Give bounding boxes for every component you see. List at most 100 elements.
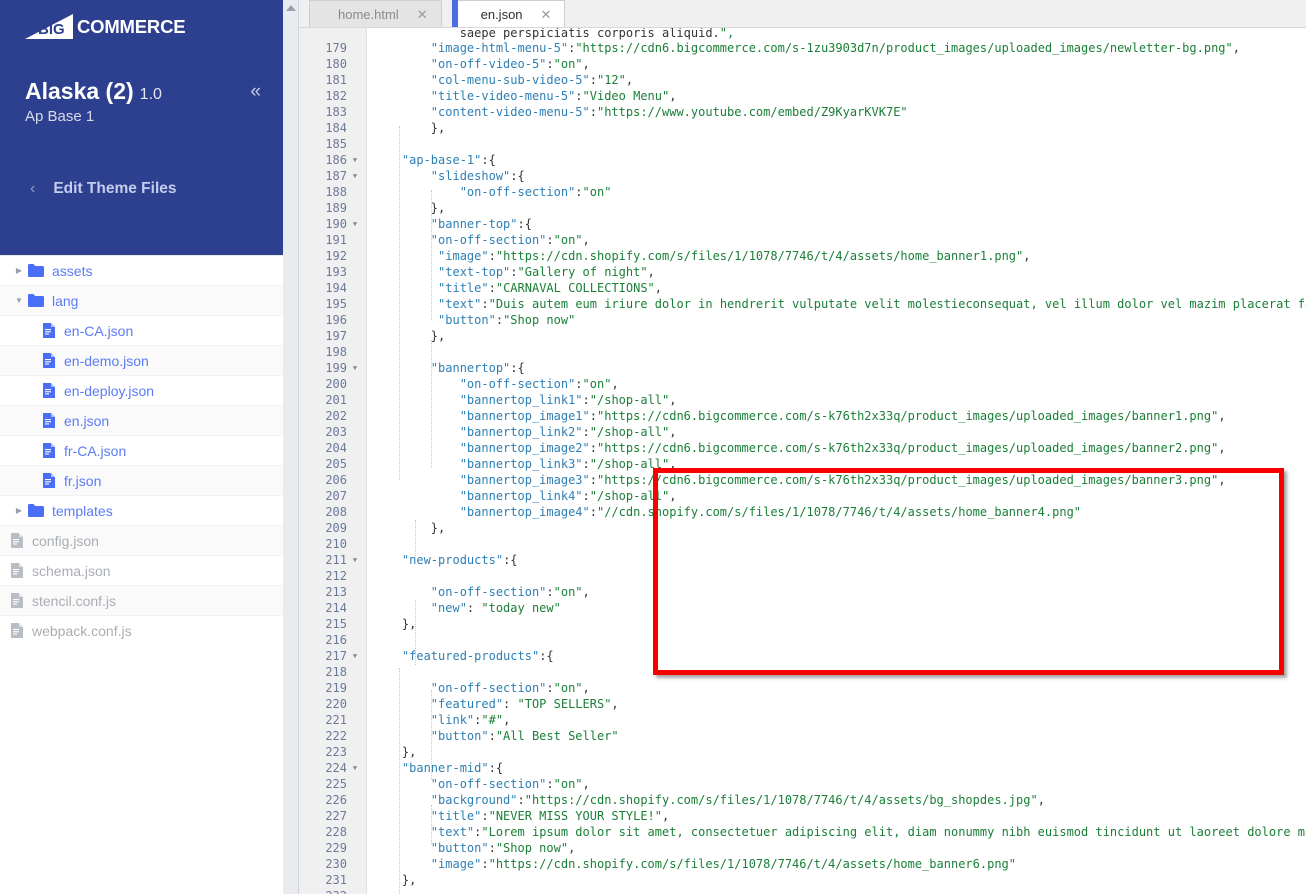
code-line-191[interactable]: "on-off-section":"on", [367,232,1306,248]
chevron-right-icon[interactable]: ▶ [10,506,28,515]
line-number-222: 222 [325,729,347,743]
fold-toggle-icon[interactable]: ▼ [350,168,360,184]
code-line-189[interactable]: }, [367,200,1306,216]
code-line-230[interactable]: "image":"https://cdn.shopify.com/s/files… [367,856,1306,872]
code-line-206[interactable]: "bannertop_image3":"https://cdn6.bigcomm… [367,472,1306,488]
tree-item-fr-CA-json[interactable]: fr-CA.json [0,435,283,465]
chevron-right-icon[interactable]: ▶ [10,266,28,275]
tree-item-assets[interactable]: ▶ assets [0,255,283,285]
code-line-194[interactable]: "title":"CARNAVAL COLLECTIONS", [367,280,1306,296]
fold-toggle-icon[interactable]: ▼ [350,152,360,168]
code-line-197[interactable]: }, [367,328,1306,344]
fold-toggle-icon[interactable]: ▼ [350,760,360,776]
code-line-215[interactable]: }, [367,616,1306,632]
tree-item-stencil-conf-js[interactable]: stencil.conf.js [0,585,283,615]
fold-toggle-icon[interactable]: ▼ [350,360,360,376]
line-number-212: 212 [325,569,347,583]
code-line-202[interactable]: "bannertop_image1":"https://cdn6.bigcomm… [367,408,1306,424]
code-line-198[interactable] [367,344,1306,360]
code-line-225[interactable]: "on-off-section":"on", [367,776,1306,792]
code-line-213[interactable]: "on-off-section":"on", [367,584,1306,600]
fold-toggle-icon[interactable]: ▼ [350,552,360,568]
close-icon[interactable]: ✕ [417,8,428,21]
code-line-200[interactable]: "on-off-section":"on", [367,376,1306,392]
tree-item-lang[interactable]: ▼ lang [0,285,283,315]
code-line-182[interactable]: "title-video-menu-5":"Video Menu", [367,88,1306,104]
scroll-up-arrow-icon[interactable] [286,5,296,11]
code-line-199[interactable]: "bannertop":{ [367,360,1306,376]
line-number-192: 192 [325,249,347,263]
code-line-210[interactable] [367,536,1306,552]
code-line-211[interactable]: "new-products":{ [367,552,1306,568]
line-number-220: 220 [325,697,347,711]
tree-item-en-demo-json[interactable]: en-demo.json [0,345,283,375]
code-line-222[interactable]: "button":"All Best Seller" [367,728,1306,744]
code-line-231[interactable]: }, [367,872,1306,888]
code-line-221[interactable]: "link":"#", [367,712,1306,728]
code-line-219[interactable]: "on-off-section":"on", [367,680,1306,696]
code-line-217[interactable]: "featured-products":{ [367,648,1306,664]
tree-item-en-CA-json[interactable]: en-CA.json [0,315,283,345]
tree-item-config-json[interactable]: config.json [0,525,283,555]
editor-tab-en-json[interactable]: en.json ✕ [451,0,566,27]
line-number-201: 201 [325,393,347,407]
tree-item-label: fr.json [64,472,102,489]
code-line-214[interactable]: "new": "today new" [367,600,1306,616]
line-number-190: 190 ▼ [299,216,366,232]
editor-tab-home-html[interactable]: home.html ✕ [309,0,442,27]
tree-item-fr-json[interactable]: fr.json [0,465,283,495]
code-line-223[interactable]: }, [367,744,1306,760]
code-line-180[interactable]: "on-off-video-5":"on", [367,56,1306,72]
code-line-205[interactable]: "bannertop_link3":"/shop-all", [367,456,1306,472]
code-line-204[interactable]: "bannertop_image2":"https://cdn6.bigcomm… [367,440,1306,456]
code-line-187[interactable]: "slideshow":{ [367,168,1306,184]
editor-scrollbar[interactable] [283,0,299,894]
code-line-216[interactable] [367,632,1306,648]
tree-item-en-json[interactable]: en.json [0,405,283,435]
code-line-226[interactable]: "background":"https://cdn.shopify.com/s/… [367,792,1306,808]
code-line-201[interactable]: "bannertop_link1":"/shop-all", [367,392,1306,408]
double-chevron-left-icon[interactable]: « [250,82,261,101]
code-line-228[interactable]: "text":"Lorem ipsum dolor sit amet, cons… [367,824,1306,840]
code-line-183[interactable]: "content-video-menu-5":"https://www.yout… [367,104,1306,120]
code-line-195[interactable]: "text":"Duis autem eum iriure dolor in h… [367,296,1306,312]
code-line-186[interactable]: "ap-base-1":{ [367,152,1306,168]
line-number-210: 210 [325,537,347,551]
code-line-227[interactable]: "title":"NEVER MISS YOUR STYLE!", [367,808,1306,824]
code-line-196[interactable]: "button":"Shop now" [367,312,1306,328]
edit-theme-files-link[interactable]: ‹ Edit Theme Files [30,180,177,198]
code-line-209[interactable]: }, [367,520,1306,536]
code-line-192[interactable]: "image":"https://cdn.shopify.com/s/files… [367,248,1306,264]
code-line-190[interactable]: "banner-top":{ [367,216,1306,232]
code-line-224[interactable]: "banner-mid":{ [367,760,1306,776]
line-number-188: 188 [325,185,347,199]
theme-version: 1.0 [139,86,162,103]
code-line-193[interactable]: "text-top":"Gallery of night", [367,264,1306,280]
close-icon[interactable]: ✕ [541,8,552,21]
tree-item-webpack-conf-js[interactable]: webpack.conf.js [0,615,283,645]
code-line-232[interactable] [367,888,1306,894]
code-line-203[interactable]: "bannertop_link2":"/shop-all", [367,424,1306,440]
fold-toggle-icon[interactable]: ▼ [350,648,360,664]
tree-item-schema-json[interactable]: schema.json [0,555,283,585]
code-line-218[interactable] [367,664,1306,680]
code-line-208[interactable]: "bannertop_image4":"//cdn.shopify.com/s/… [367,504,1306,520]
tree-item-en-deploy-json[interactable]: en-deploy.json [0,375,283,405]
code-line-181[interactable]: "col-menu-sub-video-5":"12", [367,72,1306,88]
code-content[interactable]: saepe perspiciatis corporis aliquid.", "… [367,28,1306,894]
theme-identity: Alaska (2) 1.0 Ap Base 1 [25,78,263,125]
fold-toggle-icon[interactable]: ▼ [350,216,360,232]
code-line-184[interactable]: }, [367,120,1306,136]
code-line-185[interactable] [367,136,1306,152]
tree-item-label: templates [52,502,113,519]
chevron-down-icon[interactable]: ▼ [10,296,28,305]
tree-item-templates[interactable]: ▶ templates [0,495,283,525]
code-line-229[interactable]: "button":"Shop now", [367,840,1306,856]
code-area[interactable]: 179 180 181 182 183 184 185 186 ▼ 187 ▼ 188 189 190 ▼ 1… [299,28,1306,894]
code-line-188[interactable]: "on-off-section":"on" [367,184,1306,200]
code-line-207[interactable]: "bannertop_link4":"/shop-all", [367,488,1306,504]
tree-item-label: en-CA.json [64,322,134,339]
code-line-179[interactable]: "image-html-menu-5":"https://cdn6.bigcom… [367,40,1306,56]
code-line-220[interactable]: "featured": "TOP SELLERS", [367,696,1306,712]
code-line-212[interactable] [367,568,1306,584]
